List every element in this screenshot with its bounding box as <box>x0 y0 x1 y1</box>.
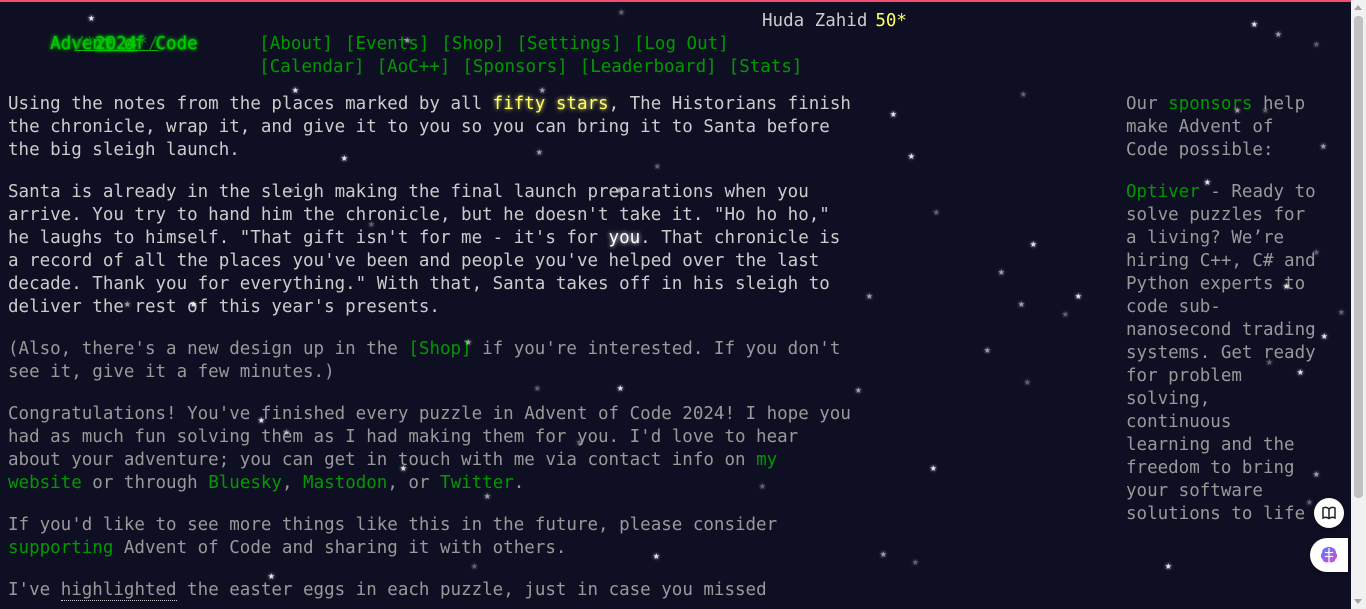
fifty-stars-text: fifty stars <box>492 94 609 114</box>
background-star-icon: ★ <box>1024 375 1031 388</box>
background-star-icon: ★ <box>866 289 873 302</box>
background-star-icon: ★ <box>1030 237 1037 250</box>
paragraph-chronicle: Using the notes from the places marked b… <box>8 93 858 162</box>
reader-button[interactable] <box>1314 498 1344 528</box>
mastodon-link[interactable]: Mastodon <box>303 473 387 493</box>
text: Congratulations! You've finished every p… <box>8 404 851 470</box>
text: , <box>281 473 304 493</box>
brain-icon <box>1320 547 1338 563</box>
paragraph-congrats: Congratulations! You've finished every p… <box>8 403 858 495</box>
scroll-up-arrow-icon[interactable] <box>1354 5 1362 10</box>
background-star-icon: ★ <box>998 265 1005 278</box>
sponsor-ad: Optiver - Ready to solve puzzles for a l… <box>1126 181 1326 526</box>
paragraph-santa: Santa is already in the sleigh making th… <box>8 181 858 319</box>
sponsor-sidebar: Our sponsors help make Advent of Code po… <box>1126 93 1326 545</box>
text: Advent of Code and sharing it with other… <box>113 538 567 558</box>
sponsor-text: - Ready to solve puzzles for a living? W… <box>1126 182 1316 524</box>
optiver-link[interactable]: Optiver <box>1126 182 1200 202</box>
user-info: Huda Zahid 50* <box>762 10 907 33</box>
text: , or <box>387 473 441 493</box>
paragraph-easter-eggs: I've highlighted the easter eggs in each… <box>8 579 858 602</box>
sponsors-link[interactable]: sponsors <box>1168 94 1252 114</box>
assistant-button[interactable] <box>1310 538 1348 572</box>
shop-link[interactable]: [Shop] <box>408 339 471 359</box>
background-star-icon: ★ <box>890 107 897 120</box>
background-star-icon: ★ <box>1313 37 1320 50</box>
background-star-icon: ★ <box>912 555 919 568</box>
nav-aocplusplus[interactable]: [AoC++] <box>377 57 451 77</box>
text: I've <box>8 580 61 600</box>
header-row-2: /*2024*/ [Calendar] [AoC++] [Sponsors] [Lea… <box>8 33 1308 77</box>
text: Our <box>1126 94 1169 114</box>
nav-leaderboard[interactable]: [Leaderboard] <box>580 57 717 77</box>
text: the easter eggs in each puzzle, just in … <box>176 580 767 600</box>
site-header: Advent of Code [About] [Events] [Shop] [Set… <box>8 10 1308 77</box>
nav-calendar[interactable]: [Calendar] <box>259 57 364 77</box>
twitter-link[interactable]: Twitter <box>440 473 514 493</box>
scroll-thumb[interactable] <box>1354 16 1363 498</box>
year-link[interactable]: /*2024*/ <box>74 33 158 56</box>
background-star-icon: ★ <box>933 205 940 218</box>
year-text: 2024 <box>95 34 138 54</box>
nav-sponsors[interactable]: [Sponsors] <box>462 57 567 77</box>
text: Using the notes from the places marked b… <box>8 94 493 114</box>
user-name: Huda Zahid <box>762 11 868 31</box>
paragraph-shop: (Also, there's a new design up in the [S… <box>8 338 858 384</box>
background-star-icon: ★ <box>984 343 991 356</box>
background-star-icon: ★ <box>1075 289 1082 302</box>
sponsor-intro: Our sponsors help make Advent of Code po… <box>1126 93 1326 162</box>
background-star-icon: ★ <box>1338 305 1345 318</box>
bluesky-link[interactable]: Bluesky <box>208 473 282 493</box>
event-nav: [Calendar] [AoC++] [Sponsors] [Leaderboard]… <box>196 33 814 102</box>
main-content: Using the notes from the places marked b… <box>8 93 858 609</box>
top-accent-line <box>0 0 1366 2</box>
year-prefix: /* <box>74 34 96 54</box>
background-star-icon: ★ <box>930 461 937 474</box>
background-star-icon: ★ <box>1020 87 1027 100</box>
you-text: you <box>608 228 641 248</box>
text: or through <box>81 473 209 493</box>
background-star-icon: ★ <box>908 149 915 162</box>
year-suffix: */ <box>137 34 159 54</box>
text: . <box>513 473 525 493</box>
vertical-scrollbar[interactable] <box>1351 0 1366 609</box>
book-icon <box>1322 506 1336 520</box>
background-star-icon: ★ <box>1018 297 1025 310</box>
header-row-1: Advent of Code [About] [Events] [Shop] [Set… <box>8 10 1308 54</box>
supporting-link[interactable]: supporting <box>8 538 113 558</box>
background-star-icon: ★ <box>1165 559 1172 572</box>
star-count: 50* <box>875 11 907 31</box>
background-star-icon: ★ <box>880 547 887 560</box>
paragraph-support: If you'd like to see more things like th… <box>8 514 858 560</box>
nav-stats[interactable]: [Stats] <box>729 57 803 77</box>
scroll-down-arrow-icon[interactable] <box>1354 599 1362 604</box>
text: (Also, there's a new design up in the <box>8 339 409 359</box>
text: If you'd like to see more things like th… <box>8 515 778 535</box>
background-star-icon: ★ <box>1062 307 1069 320</box>
highlighted-text[interactable]: highlighted <box>60 580 177 601</box>
